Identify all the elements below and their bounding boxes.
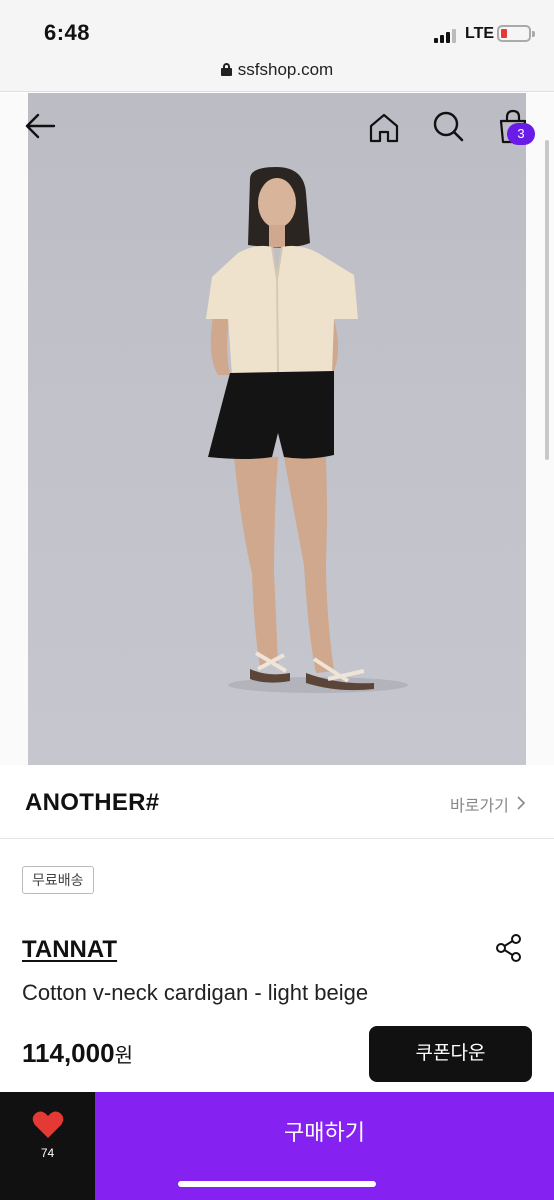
network-label: LTE	[465, 25, 495, 42]
chevron-right-icon	[517, 796, 526, 810]
share-icon[interactable]	[494, 933, 524, 963]
product-title: Cotton v-neck cardigan - light beige	[22, 980, 369, 1005]
gallery-right-margin	[526, 93, 554, 765]
home-icon[interactable]	[366, 110, 402, 146]
signal-icon	[434, 27, 458, 43]
url-display[interactable]: ssfshop.com	[220, 60, 334, 80]
back-arrow-icon[interactable]	[22, 108, 58, 144]
gallery-left-margin	[0, 93, 28, 765]
lock-icon	[220, 63, 232, 76]
home-indicator[interactable]	[178, 1181, 376, 1187]
brand-name: ANOTHER#	[25, 789, 160, 816]
free-shipping-badge: 무료배송	[22, 866, 94, 894]
product-brand-link[interactable]: TANNAT	[22, 936, 117, 964]
search-icon[interactable]	[430, 108, 466, 144]
price-currency: 원	[114, 1045, 133, 1067]
brand-row[interactable]: ANOTHER# 바로가기	[0, 765, 554, 839]
product-price: 114,000원	[22, 1038, 133, 1069]
price-value: 114,000	[22, 1038, 115, 1068]
url-text: ssfshop.com	[237, 60, 334, 79]
coupon-download-button[interactable]: 쿠폰다운	[369, 1026, 532, 1082]
cart-count-badge: 3	[507, 123, 535, 145]
heart-icon	[32, 1110, 64, 1140]
model-photo	[206, 167, 408, 693]
wishlist-button[interactable]: 74	[0, 1092, 95, 1200]
wishlist-count: 74	[40, 1146, 55, 1160]
page-scrollbar[interactable]	[545, 140, 549, 460]
status-time: 6:48	[44, 20, 91, 45]
url-bar[interactable]: ssfshop.com	[0, 56, 554, 92]
product-image[interactable]	[28, 93, 526, 765]
status-bar: 6:48 LTE	[0, 0, 554, 56]
brand-shortcut-link[interactable]: 바로가기	[450, 792, 509, 816]
battery-icon	[497, 25, 535, 42]
